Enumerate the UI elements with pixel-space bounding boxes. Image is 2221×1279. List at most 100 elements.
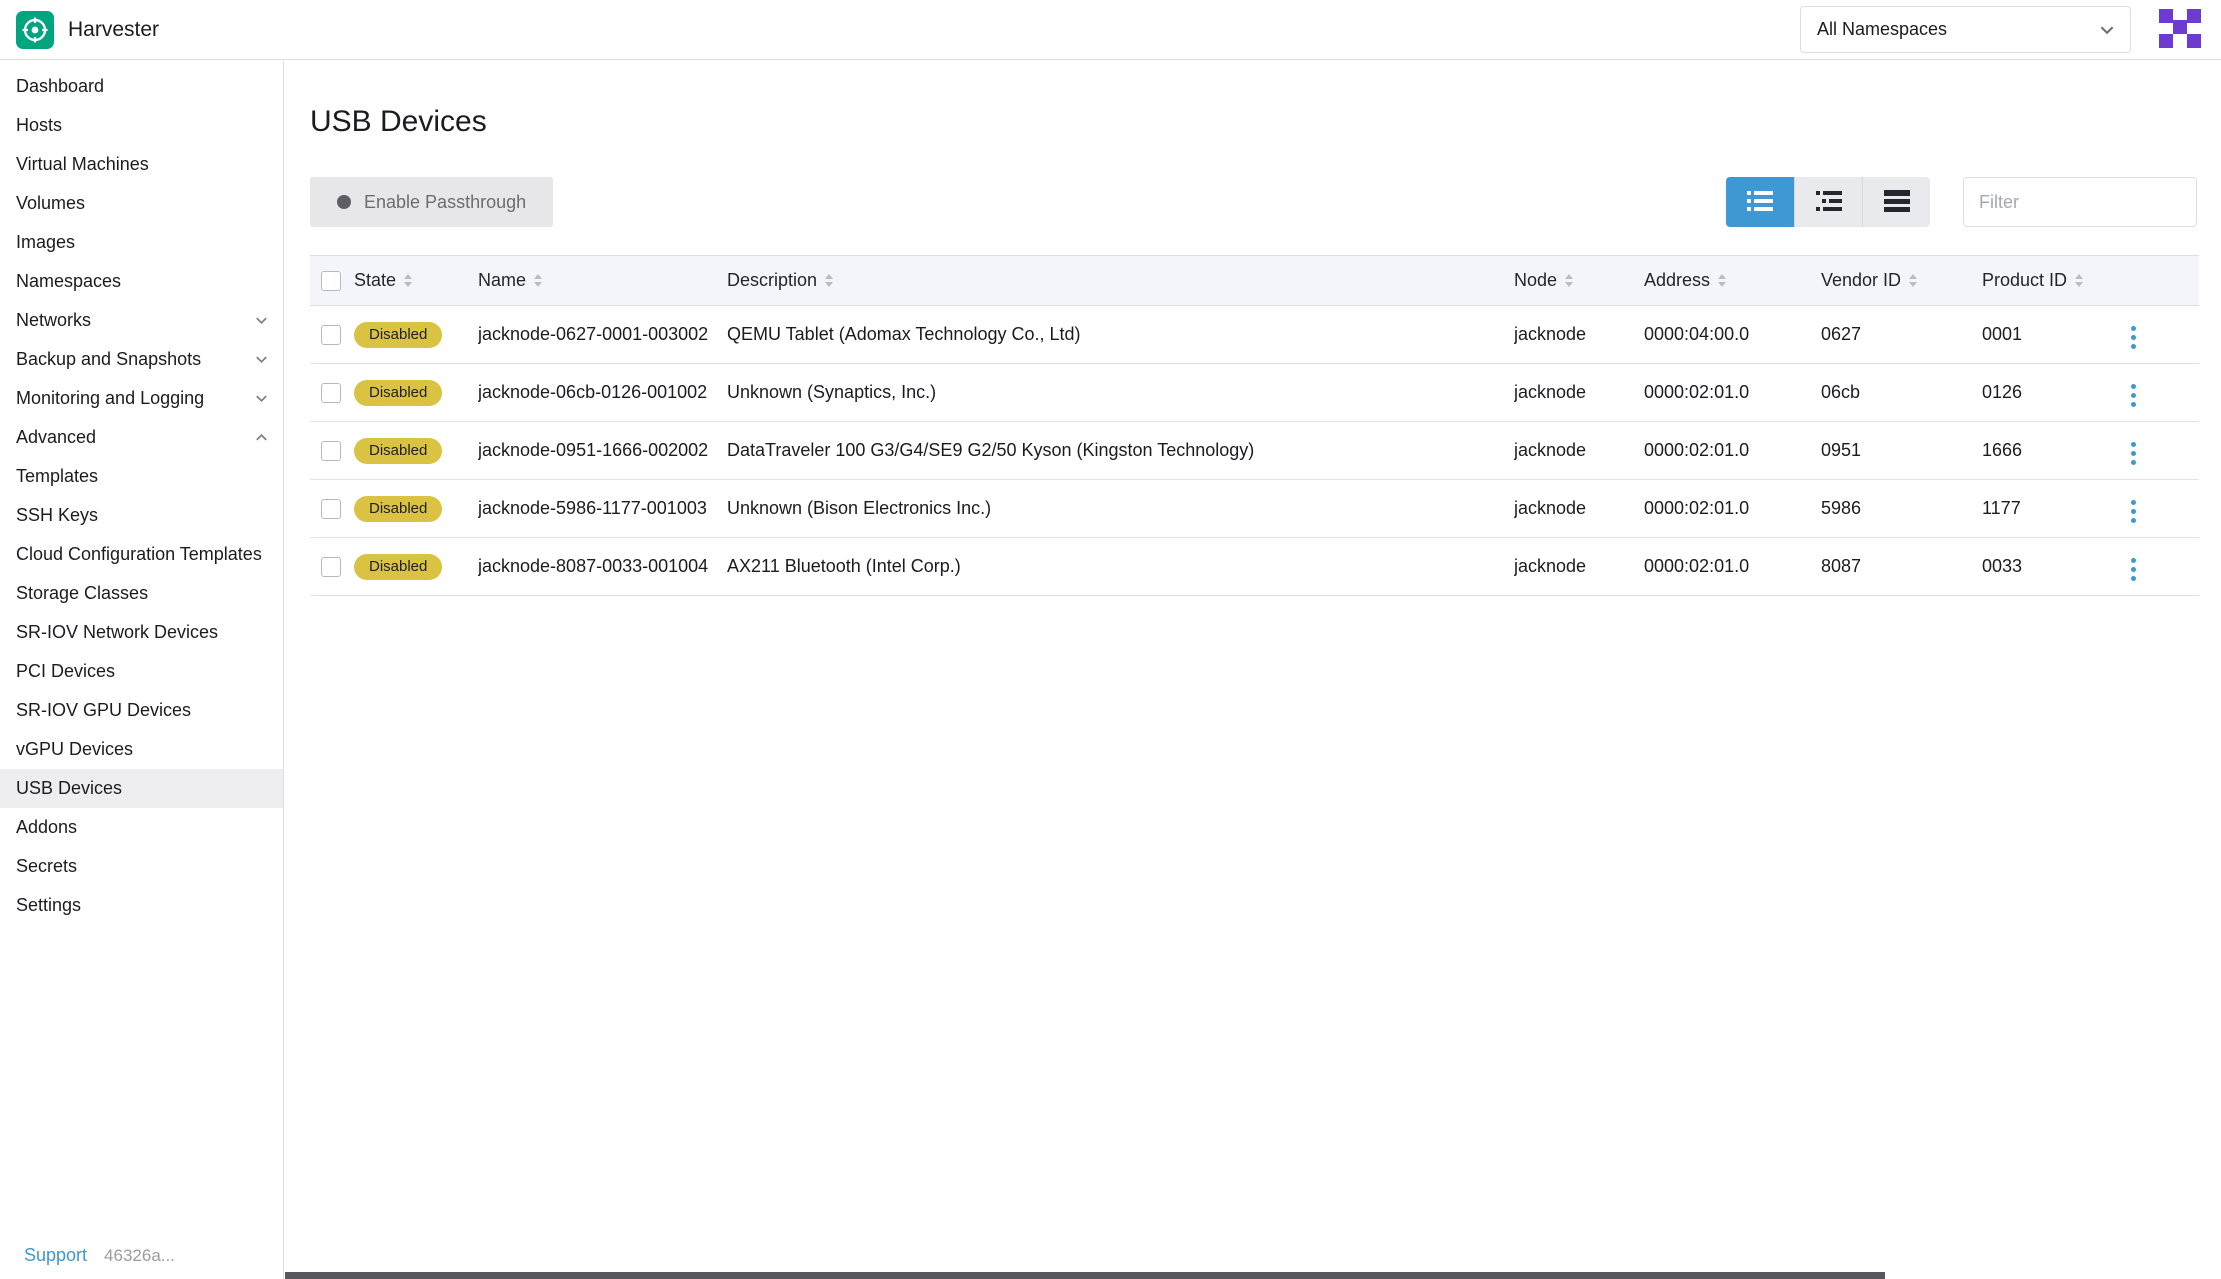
sidebar-item-virtual-machines[interactable]: Virtual Machines — [0, 145, 283, 184]
row-checkbox[interactable] — [321, 325, 341, 345]
sidebar-item-label: Advanced — [16, 427, 96, 448]
flat-list-view-button[interactable] — [1726, 177, 1794, 227]
cell-vendor-id: 5986 — [1821, 480, 1982, 538]
table-row[interactable]: Disabled jacknode-5986-1177-001003 Unkno… — [310, 480, 2199, 538]
sidebar-item-cloud-configuration-templates[interactable]: Cloud Configuration Templates — [0, 535, 283, 574]
sidebar-item-secrets[interactable]: Secrets — [0, 847, 283, 886]
row-checkbox[interactable] — [321, 557, 341, 577]
cell-address: 0000:02:01.0 — [1644, 364, 1821, 422]
page-title: USB Devices — [310, 105, 2197, 139]
cell-node: jacknode — [1514, 538, 1644, 596]
support-link[interactable]: Support — [24, 1245, 87, 1266]
sidebar-item-label: Networks — [16, 310, 91, 331]
sort-icon — [1565, 274, 1573, 287]
version-text: 46326a... — [104, 1246, 175, 1266]
chevron-down-icon — [254, 352, 269, 367]
cell-checkbox — [310, 306, 354, 364]
column-header-node[interactable]: Node — [1514, 256, 1644, 306]
cell-name: jacknode-5986-1177-001003 — [478, 480, 727, 538]
row-checkbox[interactable] — [321, 441, 341, 461]
sidebar-item-dashboard[interactable]: Dashboard — [0, 67, 283, 106]
cell-state: Disabled — [354, 538, 478, 596]
main-content: USB Devices Enable Passthrough — [285, 61, 2221, 1279]
status-badge: Disabled — [354, 496, 442, 522]
sidebar-item-label: Monitoring and Logging — [16, 388, 204, 409]
filter-input[interactable] — [1963, 177, 2197, 227]
table-row[interactable]: Disabled jacknode-0951-1666-002002 DataT… — [310, 422, 2199, 480]
cell-description: DataTraveler 100 G3/G4/SE9 G2/50 Kyson (… — [727, 422, 1514, 480]
horizontal-scrollbar-thumb[interactable] — [285, 1272, 1885, 1279]
cell-vendor-id: 8087 — [1821, 538, 1982, 596]
sidebar-item-label: Storage Classes — [16, 583, 148, 604]
rancher-brand-logo[interactable] — [2157, 9, 2203, 51]
sidebar-item-sriov-gpu-devices[interactable]: SR-IOV GPU Devices — [0, 691, 283, 730]
chevron-down-icon — [2098, 21, 2116, 39]
cell-node: jacknode — [1514, 364, 1644, 422]
sidebar-item-storage-classes[interactable]: Storage Classes — [0, 574, 283, 613]
namespace-selector[interactable]: All Namespaces — [1800, 6, 2131, 53]
sidebar-item-label: SSH Keys — [16, 505, 98, 526]
sidebar-item-advanced[interactable]: Advanced — [0, 418, 283, 457]
cell-description: Unknown (Bison Electronics Inc.) — [727, 480, 1514, 538]
sort-icon — [1718, 274, 1726, 287]
row-actions-button[interactable] — [2121, 552, 2146, 587]
sort-icon — [2075, 274, 2083, 287]
table-view-button[interactable] — [1862, 177, 1930, 227]
sidebar-item-label: SR-IOV Network Devices — [16, 622, 218, 643]
row-actions-button[interactable] — [2121, 320, 2146, 355]
cell-address: 0000:02:01.0 — [1644, 422, 1821, 480]
sidebar-item-networks[interactable]: Networks — [0, 301, 283, 340]
cell-description: AX211 Bluetooth (Intel Corp.) — [727, 538, 1514, 596]
sidebar-item-pci-devices[interactable]: PCI Devices — [0, 652, 283, 691]
column-header-description[interactable]: Description — [727, 256, 1514, 306]
row-actions-button[interactable] — [2121, 494, 2146, 529]
sidebar-item-volumes[interactable]: Volumes — [0, 184, 283, 223]
column-label: Vendor ID — [1821, 270, 1901, 291]
sidebar-item-images[interactable]: Images — [0, 223, 283, 262]
sidebar-item-namespaces[interactable]: Namespaces — [0, 262, 283, 301]
sidebar-nav: Dashboard Hosts Virtual Machines Volumes… — [0, 61, 284, 1279]
cell-state: Disabled — [354, 306, 478, 364]
cell-product-id: 0126 — [1982, 364, 2121, 422]
column-header-name[interactable]: Name — [478, 256, 727, 306]
select-all-checkbox[interactable] — [321, 271, 341, 291]
row-actions-button[interactable] — [2121, 436, 2146, 471]
cell-actions — [2121, 364, 2199, 422]
sidebar-item-ssh-keys[interactable]: SSH Keys — [0, 496, 283, 535]
sidebar-item-backup-and-snapshots[interactable]: Backup and Snapshots — [0, 340, 283, 379]
table-header-row: State Name Description Node Address Vend… — [310, 256, 2199, 306]
cell-description: Unknown (Synaptics, Inc.) — [727, 364, 1514, 422]
row-actions-button[interactable] — [2121, 378, 2146, 413]
row-checkbox[interactable] — [321, 383, 341, 403]
sidebar-item-addons[interactable]: Addons — [0, 808, 283, 847]
chevron-down-icon — [254, 313, 269, 328]
sidebar-item-label: Backup and Snapshots — [16, 349, 201, 370]
column-header-address[interactable]: Address — [1644, 256, 1821, 306]
table-row[interactable]: Disabled jacknode-06cb-0126-001002 Unkno… — [310, 364, 2199, 422]
cell-vendor-id: 06cb — [1821, 364, 1982, 422]
sidebar-item-label: Virtual Machines — [16, 154, 149, 175]
column-header-product-id[interactable]: Product ID — [1982, 256, 2121, 306]
sidebar-item-monitoring-and-logging[interactable]: Monitoring and Logging — [0, 379, 283, 418]
sidebar-item-vgpu-devices[interactable]: vGPU Devices — [0, 730, 283, 769]
harvester-logo[interactable] — [16, 11, 54, 49]
cell-address: 0000:02:01.0 — [1644, 480, 1821, 538]
sidebar-item-hosts[interactable]: Hosts — [0, 106, 283, 145]
enable-passthrough-label: Enable Passthrough — [364, 192, 526, 213]
status-badge: Disabled — [354, 554, 442, 580]
namespace-selector-value: All Namespaces — [1817, 19, 1947, 40]
row-checkbox[interactable] — [321, 499, 341, 519]
sidebar-item-usb-devices[interactable]: USB Devices — [0, 769, 283, 808]
sidebar-item-templates[interactable]: Templates — [0, 457, 283, 496]
column-header-state[interactable]: State — [354, 256, 478, 306]
enable-passthrough-button[interactable]: Enable Passthrough — [310, 177, 553, 227]
view-toggle-group — [1726, 177, 1930, 227]
cell-name: jacknode-0951-1666-002002 — [478, 422, 727, 480]
grouped-list-view-button[interactable] — [1794, 177, 1862, 227]
table-row[interactable]: Disabled jacknode-0627-0001-003002 QEMU … — [310, 306, 2199, 364]
sidebar-item-sriov-network-devices[interactable]: SR-IOV Network Devices — [0, 613, 283, 652]
column-header-vendor-id[interactable]: Vendor ID — [1821, 256, 1982, 306]
sidebar-item-label: SR-IOV GPU Devices — [16, 700, 191, 721]
table-row[interactable]: Disabled jacknode-8087-0033-001004 AX211… — [310, 538, 2199, 596]
sidebar-item-settings[interactable]: Settings — [0, 886, 283, 925]
